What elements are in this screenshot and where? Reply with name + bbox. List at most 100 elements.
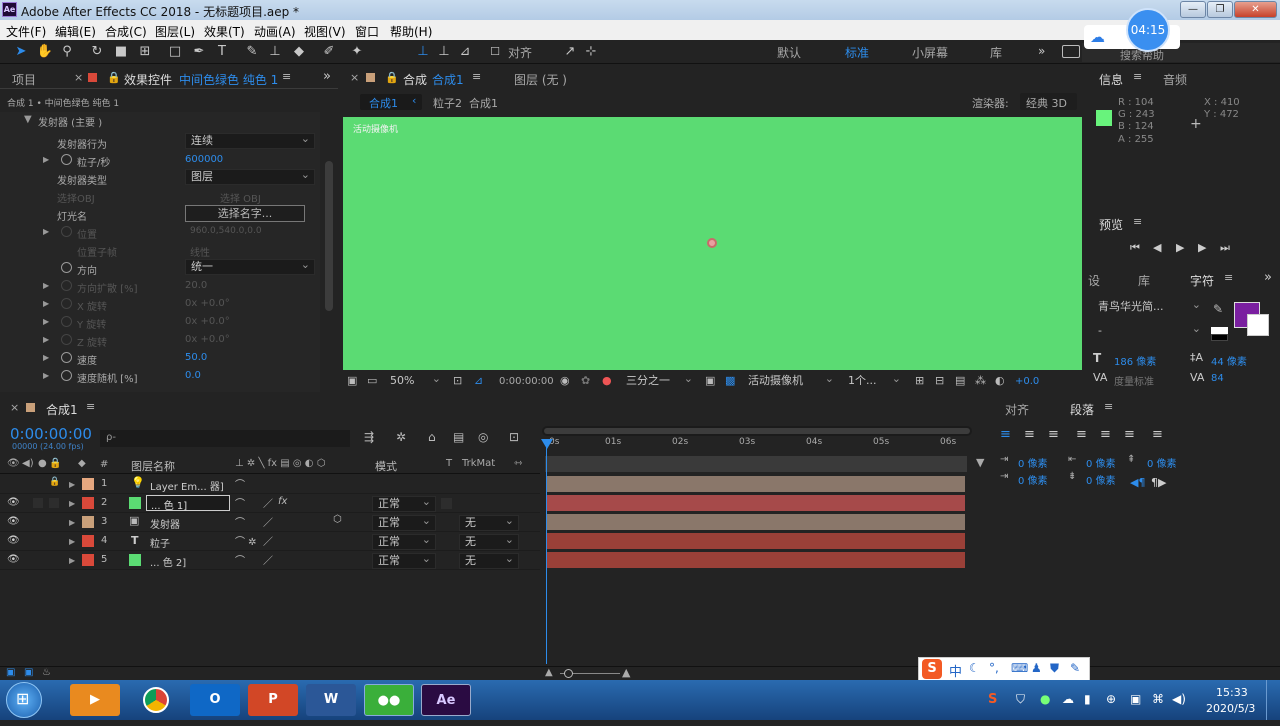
layer-duration-bar[interactable]: [547, 533, 965, 549]
shy-switch-icon[interactable]: ⌒ ✲: [235, 533, 257, 548]
tab-composition[interactable]: 合成: [403, 71, 427, 88]
tab-composition-name[interactable]: 合成1: [432, 71, 464, 88]
3d-layer-icon[interactable]: ⬡: [333, 514, 342, 525]
channel-icon[interactable]: ●: [602, 374, 612, 387]
pen-tool-icon[interactable]: ✒: [190, 43, 208, 61]
tray-device-icon[interactable]: ▣: [1130, 692, 1141, 706]
tray-shield-icon[interactable]: ⛉: [1016, 692, 1025, 707]
blend-mode-select[interactable]: 正常: [372, 495, 436, 512]
close-button[interactable]: ✕: [1234, 1, 1277, 18]
ltr-direction-icon[interactable]: ◀¶: [1130, 476, 1145, 489]
kerning-value[interactable]: 度量标准: [1114, 373, 1154, 388]
velocity-value[interactable]: 50.0: [185, 352, 207, 363]
layer-search-input[interactable]: ρ-: [106, 432, 116, 443]
table-row[interactable]: 👁 ▶ 5 ... 色 2] ⌒ ／ 正常 无: [0, 551, 540, 570]
toggle-timing-icon[interactable]: ♨: [42, 667, 51, 678]
pan-behind-tool-icon[interactable]: ⊞: [136, 43, 154, 61]
stopwatch-icon[interactable]: [61, 352, 72, 363]
comp-mini-flowchart-icon[interactable]: ⇶: [364, 430, 374, 444]
layer-label-color[interactable]: [82, 516, 94, 528]
lock-toggle[interactable]: [49, 498, 59, 508]
camera-view-select[interactable]: 活动摄像机: [743, 372, 838, 390]
workspace-default[interactable]: 默认: [777, 44, 801, 61]
workspace-small-screen[interactable]: 小屏幕: [912, 44, 948, 61]
ime-skin-icon[interactable]: ⛊: [1050, 661, 1059, 676]
taskbar-aftereffects-icon[interactable]: Ae: [421, 684, 471, 716]
shy-layers-icon[interactable]: ⌂: [428, 430, 436, 444]
eyedropper-icon[interactable]: ✎: [1213, 302, 1223, 316]
choose-name-button[interactable]: 选择名字...: [185, 205, 305, 222]
tab-project[interactable]: 项目: [12, 71, 36, 88]
reset-exposure-icon[interactable]: ⊟: [935, 374, 944, 387]
rotate-tool-icon[interactable]: ↻: [88, 43, 106, 61]
menu-layer[interactable]: 图层(L): [155, 23, 195, 40]
table-row[interactable]: 🔒 ▶ 1 💡 Layer Em... 器] ⌒: [0, 475, 540, 494]
next-frame-icon[interactable]: ▶: [1198, 241, 1206, 254]
last-frame-icon[interactable]: ⏭: [1220, 241, 1230, 255]
tracking-value[interactable]: 84: [1211, 373, 1224, 384]
tray-wechat-icon[interactable]: ●: [1040, 692, 1050, 706]
justify-right-icon[interactable]: ≡: [1124, 427, 1135, 442]
layer-duration-bar[interactable]: [547, 514, 965, 530]
expand-triangle-icon[interactable]: ▶: [69, 556, 75, 565]
tab-settings[interactable]: 设: [1088, 272, 1100, 289]
section-toggle-icon[interactable]: ▼: [24, 114, 32, 125]
selection-tool-icon[interactable]: ➤: [12, 43, 30, 61]
indent-right-value[interactable]: 0 像素: [1086, 455, 1116, 470]
clock-date[interactable]: 2020/5/3: [1206, 702, 1255, 715]
visibility-eye-icon[interactable]: 👁: [7, 516, 20, 527]
font-size-value[interactable]: 186 像素: [1114, 353, 1156, 368]
snap-checkbox[interactable]: ☐: [489, 43, 501, 61]
start-button[interactable]: ⊞: [6, 682, 42, 718]
expand-triangle-icon[interactable]: ▶: [69, 537, 75, 546]
clone-stamp-tool-icon[interactable]: ⊥: [266, 43, 284, 61]
panel-menu-icon[interactable]: ≡: [282, 70, 291, 83]
fx-switch-icon[interactable]: fx: [278, 496, 287, 507]
layer-name[interactable]: Layer Em... 器]: [150, 478, 224, 493]
close-tab-icon[interactable]: ×: [10, 401, 19, 414]
justify-center-icon[interactable]: ≡: [1100, 427, 1111, 442]
space-before-value[interactable]: 0 像素: [1147, 455, 1177, 470]
toggle-modes-icon[interactable]: ▣: [24, 667, 33, 678]
tab-audio[interactable]: 音频: [1163, 71, 1187, 88]
workspace-standard[interactable]: 标准: [845, 44, 869, 61]
workspace-menu-icon[interactable]: [1062, 45, 1080, 58]
puppet-tool-icon[interactable]: ✦: [348, 43, 366, 61]
menu-file[interactable]: 文件(F): [6, 23, 46, 40]
tray-sogou-icon[interactable]: S: [988, 692, 997, 707]
black-swatch[interactable]: [1211, 334, 1228, 341]
lock-icon[interactable]: 🔒: [385, 71, 399, 84]
tray-volume-icon[interactable]: ◀): [1172, 692, 1186, 706]
quality-switch-icon[interactable]: ／: [263, 533, 273, 548]
menu-view[interactable]: 视图(V): [304, 23, 346, 40]
preview-title[interactable]: 预览: [1099, 216, 1123, 233]
emitter-behavior-select[interactable]: 连续: [185, 132, 315, 149]
tab-effect-controls[interactable]: 效果控件: [124, 71, 172, 88]
layer-label-color[interactable]: [82, 535, 94, 547]
transparency-grid-icon[interactable]: ▩: [725, 374, 735, 387]
layer-name-header[interactable]: 图层名称: [131, 458, 175, 474]
leading-value[interactable]: 44 像素: [1211, 353, 1247, 368]
layer-label-color[interactable]: [82, 478, 94, 490]
flowchart-icon[interactable]: ⁂: [975, 374, 986, 387]
taskbar-chrome-icon[interactable]: [131, 684, 181, 716]
renderer-button[interactable]: 经典 3D: [1020, 93, 1077, 110]
shy-switch-icon[interactable]: ⌒: [235, 514, 245, 529]
layer-name[interactable]: 发射器: [150, 516, 180, 531]
direction-select[interactable]: 统一: [185, 258, 315, 275]
stroke-color-swatch[interactable]: [1247, 314, 1269, 336]
first-indent-value[interactable]: 0 像素: [1018, 472, 1048, 487]
ime-user-icon[interactable]: ♟: [1031, 661, 1042, 675]
prev-frame-icon[interactable]: ◀: [1153, 241, 1161, 254]
blend-mode-select[interactable]: 正常: [372, 533, 436, 550]
tab-align[interactable]: 对齐: [1005, 401, 1029, 418]
menu-effect[interactable]: 效果(T): [204, 23, 245, 40]
white-swatch[interactable]: [1211, 327, 1228, 334]
motion-blur-icon[interactable]: ◎: [478, 430, 488, 444]
layer-label-color[interactable]: [82, 554, 94, 566]
mask-visibility-icon[interactable]: ⊿: [474, 374, 483, 387]
layer-duration-bar[interactable]: [547, 552, 965, 568]
taskbar-powerpoint-icon[interactable]: P: [248, 684, 298, 716]
ime-punct-icon[interactable]: °,: [989, 661, 999, 675]
brush-tool-icon[interactable]: ✎: [243, 43, 261, 61]
